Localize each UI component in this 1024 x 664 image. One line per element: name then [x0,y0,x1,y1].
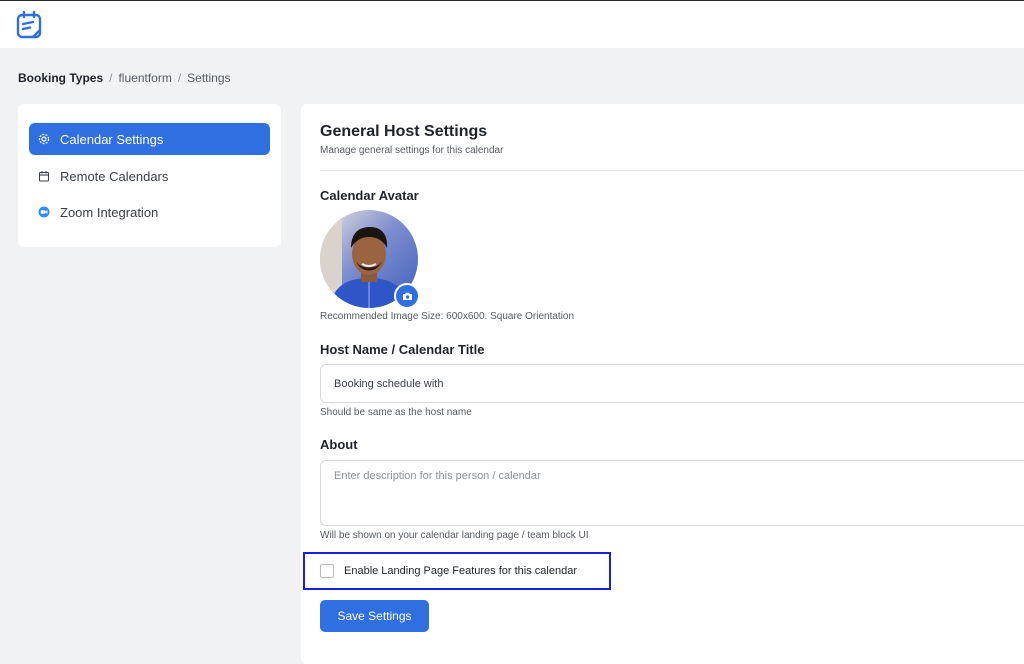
page-subtitle: Manage general settings for this calenda… [320,145,504,156]
breadcrumb: Booking Types / fluentform / Settings [18,71,231,85]
calendar-icon [38,170,50,182]
sidebar-item-label: Remote Calendars [60,168,169,184]
zoom-icon [38,206,50,218]
host-name-label: Host Name / Calendar Title [320,342,485,357]
landing-page-option-highlight: Enable Landing Page Features for this ca… [303,552,611,590]
sidebar-item-label: Calendar Settings [60,131,164,147]
page-title: General Host Settings [320,123,488,140]
camera-icon [402,292,412,300]
breadcrumb-fluentform[interactable]: fluentform [118,71,171,85]
breadcrumb-booking-types[interactable]: Booking Types [18,71,103,85]
host-name-input[interactable] [320,364,1024,403]
top-bar [0,0,1024,48]
breadcrumb-settings: Settings [187,71,231,85]
save-settings-button[interactable]: Save Settings [320,600,429,632]
divider [320,170,1024,171]
gear-icon [38,133,50,145]
sidebar-item-zoom-integration[interactable]: Zoom Integration [29,196,270,228]
sidebar-item-calendar-settings[interactable]: Calendar Settings [29,123,270,155]
settings-sidebar: Calendar Settings Remote Calendars Zoom … [18,104,281,247]
calendar-avatar-label: Calendar Avatar [320,188,419,203]
breadcrumb-separator: / [109,71,113,85]
landing-page-checkbox[interactable] [320,564,334,578]
about-textarea[interactable] [320,460,1024,526]
about-label: About [320,437,358,452]
avatar-help-text: Recommended Image Size: 600x600. Square … [320,311,575,322]
app-logo-icon[interactable] [16,10,44,40]
breadcrumb-separator: / [177,71,182,85]
sidebar-item-remote-calendars[interactable]: Remote Calendars [29,160,270,192]
change-avatar-button[interactable] [394,283,420,309]
sidebar-item-label: Zoom Integration [60,204,159,220]
host-name-help-text: Should be same as the host name [320,407,472,418]
landing-page-checkbox-label[interactable]: Enable Landing Page Features for this ca… [344,565,577,577]
about-help-text: Will be shown on your calendar landing p… [320,530,589,541]
